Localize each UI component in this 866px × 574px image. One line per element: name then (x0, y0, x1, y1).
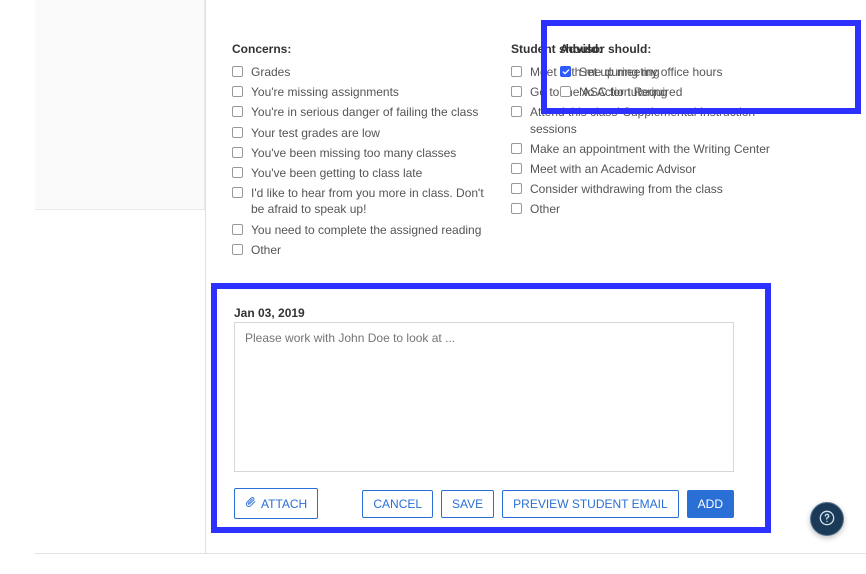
checkbox-label: Set up meeting (579, 64, 760, 80)
checkbox-row: Attend this class' Supplemental Instruct… (511, 104, 772, 136)
checkbox-row: Make an appointment with the Writing Cen… (511, 141, 772, 157)
checkbox-label: You've been getting to class late (251, 165, 493, 181)
note-date: Jan 03, 2019 (234, 306, 305, 320)
preview-student-email-button[interactable]: PREVIEW STUDENT EMAIL (502, 490, 678, 518)
checkbox[interactable] (511, 203, 522, 214)
checkbox-label: You've been missing too many classes (251, 145, 493, 161)
checkbox-label: Your test grades are low (251, 125, 493, 141)
checkbox-label: I'd like to hear from you more in class.… (251, 185, 493, 217)
checkbox-label: You need to complete the assigned readin… (251, 222, 493, 238)
checkbox[interactable] (232, 66, 243, 77)
checkbox-row: Set up meeting (560, 64, 760, 80)
checkbox-label: Grades (251, 64, 493, 80)
concerns-column: Concerns: Grades You're missing assignmen… (232, 42, 493, 262)
checkbox[interactable] (232, 187, 243, 198)
checkbox[interactable] (511, 183, 522, 194)
checkbox-row: You've been getting to class late (232, 165, 493, 181)
cancel-button[interactable]: CANCEL (362, 490, 433, 518)
help-icon (819, 510, 835, 529)
save-button[interactable]: SAVE (441, 490, 494, 518)
checkbox[interactable] (232, 167, 243, 178)
checkbox[interactable] (560, 86, 571, 97)
vertical-divider (205, 0, 206, 554)
attach-label: ATTACH (261, 497, 307, 511)
help-button[interactable] (810, 502, 844, 536)
paperclip-icon (245, 495, 256, 512)
checkbox-row: You need to complete the assigned readin… (232, 222, 493, 238)
add-button[interactable]: ADD (687, 490, 734, 518)
checkbox[interactable] (511, 86, 522, 97)
action-button-row: ATTACH CANCEL SAVE PREVIEW STUDENT EMAIL… (234, 488, 734, 519)
checkbox[interactable] (511, 106, 522, 117)
checkbox-row: You're missing assignments (232, 84, 493, 100)
checkbox-label: No Action Required (579, 84, 760, 100)
checkbox-row: Other (511, 201, 772, 217)
checkbox[interactable] (232, 106, 243, 117)
checkbox-label: Make an appointment with the Writing Cen… (530, 141, 772, 157)
checkbox-label: Meet with an Academic Advisor (530, 161, 772, 177)
checkbox[interactable] (232, 244, 243, 255)
advisor-should-column: Advisor should: Set up meeting No Action … (560, 42, 760, 104)
checkbox-row: No Action Required (560, 84, 760, 100)
attach-button[interactable]: ATTACH (234, 488, 318, 519)
checkbox-label: Attend this class' Supplemental Instruct… (530, 104, 772, 136)
checkbox[interactable] (560, 66, 571, 77)
checkbox-row: Meet with an Academic Advisor (511, 161, 772, 177)
checkbox-label: Other (251, 242, 493, 258)
checkbox-label: Consider withdrawing from the class (530, 181, 772, 197)
checkbox-row: Other (232, 242, 493, 258)
checkbox[interactable] (232, 86, 243, 97)
checkbox[interactable] (511, 163, 522, 174)
checkbox-row: Grades (232, 64, 493, 80)
advisor-should-header: Advisor should: (560, 42, 760, 56)
checkbox-label: You're in serious danger of failing the … (251, 104, 493, 120)
bottom-divider (35, 553, 866, 554)
checkbox-label: You're missing assignments (251, 84, 493, 100)
concerns-header: Concerns: (232, 42, 493, 56)
checkbox[interactable] (232, 127, 243, 138)
checkbox-row: Your test grades are low (232, 125, 493, 141)
note-textarea[interactable] (234, 322, 734, 472)
checkbox-row: I'd like to hear from you more in class.… (232, 185, 493, 217)
checkbox-row: You've been missing too many classes (232, 145, 493, 161)
checkbox[interactable] (511, 143, 522, 154)
checkbox-row: Consider withdrawing from the class (511, 181, 772, 197)
checkbox-label: Other (530, 201, 772, 217)
checkbox[interactable] (511, 66, 522, 77)
checkbox-row: You're in serious danger of failing the … (232, 104, 493, 120)
checkbox[interactable] (232, 147, 243, 158)
checkbox[interactable] (232, 224, 243, 235)
sidebar-placeholder (35, 0, 205, 210)
